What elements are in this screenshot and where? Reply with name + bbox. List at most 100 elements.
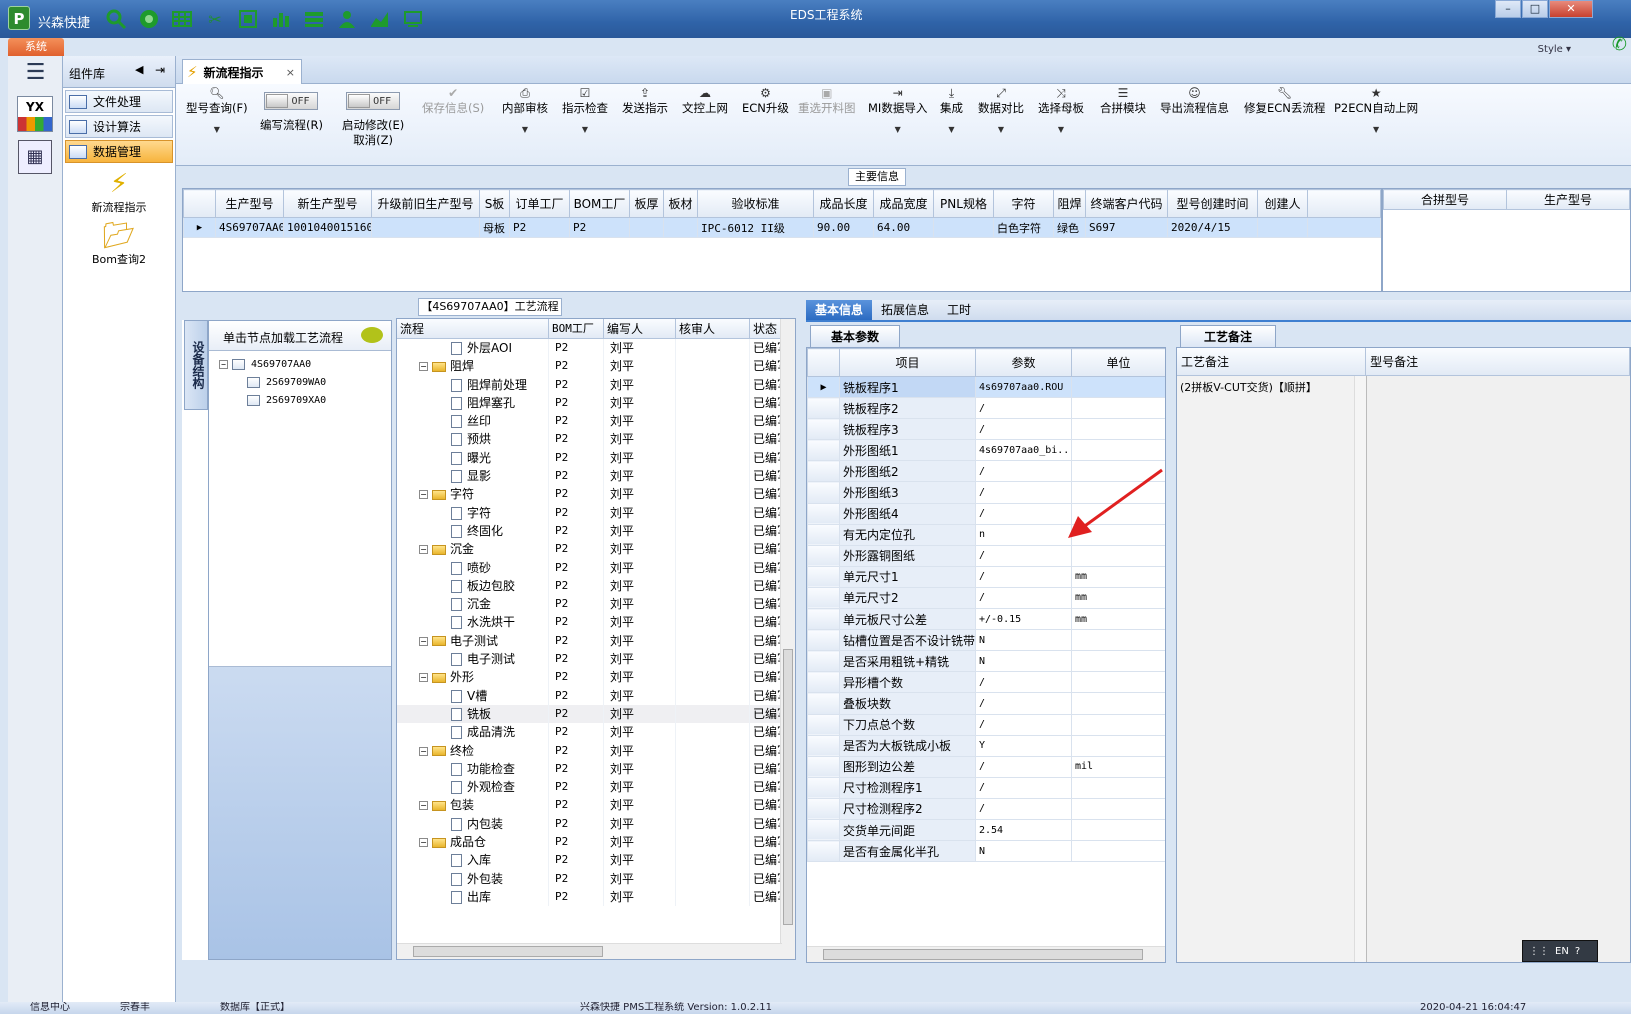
flow-row[interactable]: 阻焊前处理 P2 刘平 已编写 [397,375,795,394]
status-info-center[interactable]: 信息中心 [30,1002,70,1014]
column-header[interactable]: 核审人 [676,319,750,338]
dropdown-arrow-icon[interactable]: ▼ [1038,122,1084,137]
menu-icon[interactable]: ☰ [8,56,63,88]
param-row[interactable]: 单元尺寸1/mm [807,565,1165,588]
phone-icon[interactable]: ✆ [1612,34,1627,55]
param-value[interactable]: / [975,776,1072,799]
flow-row[interactable]: 外包装 P2 刘平 已编写 [397,869,795,888]
line-chart-icon[interactable] [368,8,392,30]
flow-row[interactable]: 字符 P2 刘平 已编写 [397,503,795,522]
column-header[interactable]: 板材 [663,189,698,218]
flow-row[interactable]: 阻焊塞孔 P2 刘平 已编写 [397,393,795,413]
table-cell[interactable] [629,217,664,238]
table-cell[interactable]: 4S69707AA0 [215,217,284,238]
grid-icon[interactable] [170,8,194,30]
flow-row[interactable]: 终固化 P2 刘平 已编写 [397,521,795,541]
remark-scrollbar[interactable] [1354,376,1366,962]
table-cell[interactable]: 母板 [479,217,510,238]
table-cell[interactable]: 2020/4/15 [1167,217,1258,238]
flow-row[interactable]: 铣板 P2 刘平 已编写 [397,704,795,724]
param-row[interactable]: 外形露铜图纸 / [807,544,1165,567]
column-header[interactable]: 终端客户代码 [1085,189,1168,218]
tree-node[interactable]: 2S69709WA0 [209,373,391,391]
pin-arrow-icon[interactable]: ⇥ [155,63,165,77]
calculator-icon[interactable]: ▦ [18,140,52,174]
collapse-icon[interactable]: − [419,545,428,555]
param-row[interactable]: 钻槽位置是否不设计铣带 N [807,629,1165,652]
table-cell[interactable]: IPC-6012 II级 [697,217,814,238]
basic-params-tab[interactable]: 基本参数 [810,325,900,347]
param-row[interactable]: 异形槽个数 / [807,671,1165,694]
flow-row[interactable]: 外观检查 P2 刘平 已编写 [397,778,795,797]
param-value[interactable]: / [975,692,1072,715]
toggle-switch[interactable]: OFF [346,92,401,110]
close-icon[interactable]: ✕ [1549,0,1593,18]
help-icon[interactable]: ? [1575,946,1580,957]
flow-row[interactable]: − 终检 P2 刘平 已编写 [397,741,795,760]
flow-row[interactable]: 沉金 P2 刘平 已编写 [397,595,795,614]
table-cell[interactable]: 64.00 [873,217,934,238]
column-header[interactable]: 单位 [1071,348,1165,377]
info-tab[interactable]: 工时 [938,300,980,320]
flow-row[interactable]: − 包装 P2 刘平 已编写 [397,796,795,815]
flow-row[interactable]: V槽 P2 刘平 已编写 [397,686,795,705]
flow-row[interactable]: 外层AOI P2 刘平 已编写 [397,339,795,358]
dropdown-arrow-icon[interactable]: ▼ [868,122,927,137]
ribbon-button[interactable]: ☁ 文控上网 [682,86,728,116]
ribbon-button[interactable]: OFF 编写流程(R) [260,86,323,133]
monitor-icon[interactable] [401,8,425,30]
table-cell[interactable]: 绿色 [1053,217,1086,238]
search-icon[interactable] [104,8,128,30]
ribbon-button[interactable]: ⤨ 选择母板 ▼ [1038,86,1084,137]
maximize-icon[interactable]: □ [1522,0,1548,18]
table-cell[interactable]: P2 [509,217,570,238]
param-value[interactable]: / [975,586,1072,610]
collapse-icon[interactable]: − [419,746,428,756]
param-row[interactable]: 是否为大板铣成小板 Y [807,734,1165,757]
flow-row[interactable]: 显影 P2 刘平 已编写 [397,467,795,486]
param-value[interactable]: 4s69707aa0.ROU [975,375,1072,399]
collapse-icon[interactable]: − [419,838,428,848]
flow-row[interactable]: − 外形 P2 刘平 已编写 [397,668,795,687]
param-value[interactable]: / [975,502,1072,525]
column-header[interactable]: 编写人 [604,319,676,338]
info-tab[interactable]: 基本信息 [806,300,873,320]
flow-row[interactable]: 水洗烘干 P2 刘平 已编写 [397,613,795,632]
ribbon-button[interactable]: ⇥ MI数据导入 ▼ [868,86,927,137]
flow-row[interactable]: − 阻焊 P2 刘平 已编写 [397,357,795,376]
table-row[interactable]: ▶ 4S69707AA0 10010400151606 母板 P2 P2 IPC-6012 … [183,217,1381,238]
param-value[interactable]: N [975,629,1072,652]
param-value[interactable]: / [975,397,1072,420]
flow-row[interactable]: − 成品仓 P2 刘平 已编写 [397,833,795,852]
tab-new-flow[interactable]: ⚡ 新流程指示 × [182,59,302,84]
collapse-icon[interactable]: − [219,359,228,369]
ribbon-button[interactable]: ☑ 指示检查 ▼ [562,86,608,137]
library-item[interactable]: 文件处理 [65,90,173,113]
column-header[interactable]: BOM工厂 [549,319,604,338]
flow-row[interactable]: 丝印 P2 刘平 已编写 [397,412,795,431]
table-cell[interactable]: 白色字符 [993,217,1054,238]
library-tool[interactable]: ⚡ 新流程指示 [63,169,175,215]
flow-row[interactable]: − 字符 P2 刘平 已编写 [397,485,795,504]
column-header[interactable]: PNL规格 [933,189,994,218]
column-header[interactable]: 项目 [839,348,976,377]
param-row[interactable]: 尺寸检测程序1/ [807,776,1165,799]
device-structure-tab[interactable]: 设备结构 [184,320,208,410]
library-item[interactable]: 数据管理 [65,140,173,163]
column-header[interactable]: 成品宽度 [873,189,934,218]
param-row[interactable]: 是否采用粗铣+精铣 N [807,650,1165,673]
dropdown-arrow-icon[interactable]: ▼ [940,122,963,137]
flow-row[interactable]: 出库 P2 刘平 已编写 [397,887,795,907]
table-cell[interactable] [663,217,698,238]
param-row[interactable]: 单元板尺寸公差 +/-0.15 mm [807,608,1165,631]
ribbon-button[interactable]: ☺ 导出流程信息 [1160,86,1229,116]
param-row[interactable]: 交货单元间距 2.54 [807,818,1165,842]
dropdown-arrow-icon[interactable]: ▼ [562,122,608,137]
process-remark-text[interactable]: (2拼板V-CUT交货)【顺拼】 [1177,376,1367,962]
ribbon-button[interactable]: OFF 启动修改(E) 取消(Z) [342,86,404,148]
ribbon-button[interactable]: 🔧︎ 修复ECN丢流程 [1244,86,1325,116]
column-header[interactable]: 成品长度 [813,189,874,218]
flow-vertical-scrollbar[interactable] [780,319,795,959]
param-value[interactable]: 4s69707aa0_bi... [975,439,1072,462]
library-tool[interactable]: 📂︎ Bom查询2 [63,221,175,267]
